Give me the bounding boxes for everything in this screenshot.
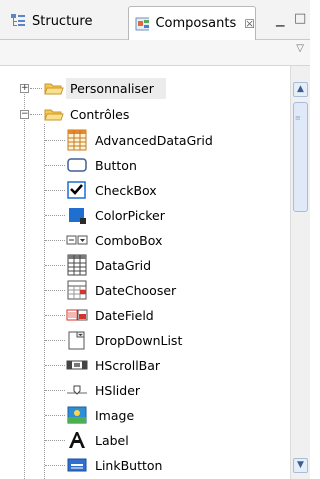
control-item-checkbox[interactable]: CheckBox <box>0 178 290 203</box>
control-item-colorpicker[interactable]: ColorPicker <box>0 203 290 228</box>
components-icon <box>135 17 150 30</box>
tree-node-label: Contrôles <box>70 107 130 122</box>
link-button-icon <box>67 458 87 472</box>
control-item-label: HSlider <box>95 383 141 398</box>
tree-connector <box>45 365 65 366</box>
folder-icon <box>44 83 64 95</box>
drop-down-list-icon <box>68 331 85 350</box>
control-item-label: Button <box>95 158 137 173</box>
expand-icon[interactable]: + <box>20 84 29 93</box>
tree-node-personnaliser[interactable]: + Personnaliser <box>0 76 290 101</box>
view-tab-bar: Structure Composants ☒ ▁ □ <box>0 0 310 40</box>
control-item-hslider[interactable]: HSlider <box>0 378 290 403</box>
data-grid-icon <box>67 254 87 276</box>
components-tree: + Personnaliser − Contrôles AdvancedData… <box>0 66 290 479</box>
control-item-datefield[interactable]: DateField <box>0 303 290 328</box>
control-item-datechooser[interactable]: DateChooser <box>0 278 290 303</box>
control-item-label: AdvancedDataGrid <box>95 133 213 148</box>
tree-connector <box>45 290 65 291</box>
tree-connector <box>45 440 65 441</box>
date-field-icon <box>66 309 88 321</box>
tree-connector <box>30 88 42 89</box>
control-item-label: Label <box>95 433 129 448</box>
tab-structure[interactable]: Structure <box>4 6 124 36</box>
control-item-dropdownlist[interactable]: DropDownList <box>0 328 290 353</box>
folder-open-icon <box>44 109 64 121</box>
hscrollbar-icon <box>66 360 88 370</box>
control-item-label: LinkButton <box>95 458 163 473</box>
control-item-label: ColorPicker <box>95 208 165 223</box>
tree-vertical-scrollbar[interactable]: ▲ ≡ ▼ <box>290 66 310 479</box>
view-menu-icon[interactable]: ▽ <box>296 43 304 54</box>
control-item-label: DateChooser <box>95 283 177 298</box>
tree-node-controles[interactable]: − Contrôles <box>0 102 290 127</box>
tree-connector <box>45 190 65 191</box>
label-icon <box>69 432 85 448</box>
tree-connector <box>45 165 65 166</box>
control-item-label: ComboBox <box>95 233 163 248</box>
control-item-label: CheckBox <box>95 183 157 198</box>
tree-connector <box>45 240 65 241</box>
advanced-data-grid-icon <box>67 129 87 151</box>
tree-connector <box>30 114 42 115</box>
image-icon <box>67 406 87 424</box>
close-icon[interactable]: ☒ <box>244 17 255 31</box>
tree-node-label: Personnaliser <box>70 81 154 96</box>
tab-composants-label: Composants <box>155 16 237 31</box>
hslider-icon <box>67 385 87 395</box>
structure-icon <box>11 14 25 26</box>
maximize-icon[interactable]: □ <box>294 11 306 26</box>
button-icon <box>67 158 87 172</box>
control-item-combobox[interactable]: ComboBox <box>0 228 290 253</box>
tab-composants[interactable]: Composants ☒ <box>128 6 256 40</box>
tree-connector <box>45 465 65 466</box>
control-item-advanceddatagrid[interactable]: AdvancedDataGrid <box>0 128 290 153</box>
control-item-label: HScrollBar <box>95 358 161 373</box>
collapse-icon[interactable]: − <box>20 110 29 119</box>
checkbox-icon <box>67 181 86 199</box>
minimize-icon[interactable]: ▁ <box>276 14 284 27</box>
tree-connector <box>45 415 65 416</box>
date-chooser-icon <box>67 280 87 300</box>
tree-connector <box>45 265 65 266</box>
control-item-hscrollbar[interactable]: HScrollBar <box>0 353 290 378</box>
control-item-image[interactable]: Image <box>0 403 290 428</box>
combobox-icon <box>66 235 88 245</box>
scroll-down-icon[interactable]: ▼ <box>293 458 308 473</box>
tree-connector <box>45 215 65 216</box>
tab-structure-label: Structure <box>32 13 93 29</box>
control-item-label: DataGrid <box>95 258 152 273</box>
grip-icon: ≡ <box>295 114 301 122</box>
control-item-label: DropDownList <box>95 333 183 348</box>
control-item-label[interactable]: Label <box>0 428 290 453</box>
control-item-label: DateField <box>95 308 154 323</box>
tree-connector <box>45 390 65 391</box>
control-item-datagrid[interactable]: DataGrid <box>0 253 290 278</box>
color-picker-icon <box>69 208 86 224</box>
scroll-up-icon[interactable]: ▲ <box>293 82 308 97</box>
tree-connector <box>45 340 65 341</box>
control-item-label: Image <box>95 408 135 423</box>
control-item-linkbutton[interactable]: LinkButton <box>0 453 290 478</box>
control-item-button[interactable]: Button <box>0 153 290 178</box>
tree-connector <box>45 315 65 316</box>
tree-connector <box>45 140 65 141</box>
view-toolbar: ▽ <box>0 40 310 66</box>
